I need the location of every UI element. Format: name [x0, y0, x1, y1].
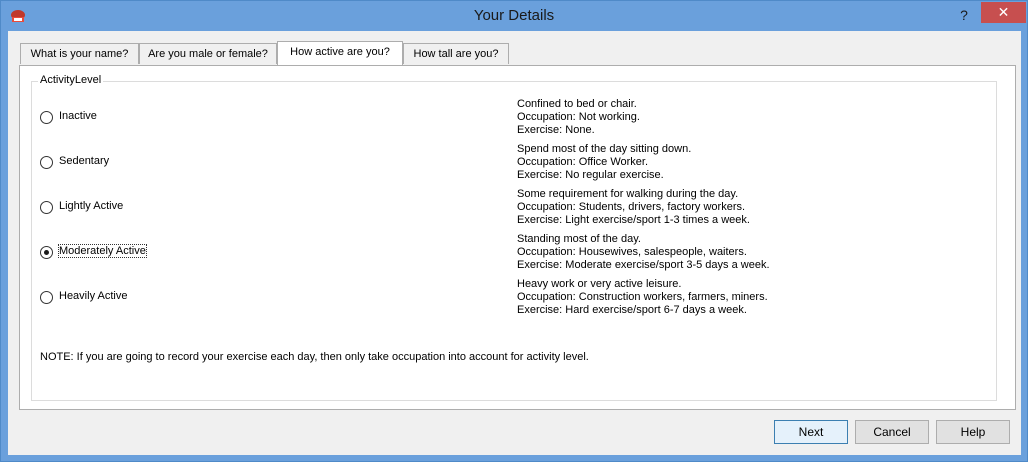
activity-note: NOTE: If you are going to record your ex… — [40, 351, 589, 363]
desc-line: Occupation: Office Worker. — [517, 156, 649, 168]
tab-height[interactable]: How tall are you? — [403, 43, 509, 64]
dialog-client: What is your name? Are you male or femal… — [8, 31, 1021, 455]
radio-sedentary[interactable] — [40, 156, 53, 169]
option-label[interactable]: Sedentary — [59, 155, 109, 167]
radio-inactive[interactable] — [40, 111, 53, 124]
desc-moderately-active: Standing most of the day. Occupation: Ho… — [517, 233, 770, 272]
cancel-button[interactable]: Cancel — [855, 420, 929, 444]
desc-lightly-active: Some requirement for walking during the … — [517, 188, 750, 227]
desc-inactive: Confined to bed or chair. Occupation: No… — [517, 98, 640, 137]
desc-line: Some requirement for walking during the … — [517, 188, 739, 200]
desc-line: Occupation: Not working. — [517, 111, 640, 123]
radio-moderately-active[interactable] — [40, 246, 53, 259]
radio-lightly-active[interactable] — [40, 201, 53, 214]
close-button[interactable]: ✕ — [981, 2, 1026, 23]
desc-line: Confined to bed or chair. — [517, 98, 637, 110]
desc-line: Occupation: Housewives, salespeople, wai… — [517, 246, 747, 258]
option-label[interactable]: Heavily Active — [59, 290, 127, 302]
desc-heavily-active: Heavy work or very active leisure. Occup… — [517, 278, 768, 317]
option-label[interactable]: Lightly Active — [59, 200, 123, 212]
title-help-button[interactable]: ? — [952, 5, 976, 25]
desc-line: Heavy work or very active leisure. — [517, 278, 682, 290]
desc-line: Occupation: Construction workers, farmer… — [517, 291, 768, 303]
tab-name[interactable]: What is your name? — [20, 43, 139, 64]
activity-level-group: ActivityLevel Inactive Confined to bed o… — [31, 74, 997, 401]
desc-line: Standing most of the day. — [517, 233, 641, 245]
title-bar[interactable]: Your Details ? ✕ — [1, 1, 1027, 31]
desc-sedentary: Spend most of the day sitting down. Occu… — [517, 143, 691, 182]
radio-selected-dot — [44, 250, 49, 255]
next-button[interactable]: Next — [774, 420, 848, 444]
desc-line: Exercise: Light exercise/sport 1-3 times… — [517, 214, 750, 226]
desc-line: Exercise: No regular exercise. — [517, 169, 664, 181]
help-button[interactable]: Help — [936, 420, 1010, 444]
tab-gender[interactable]: Are you male or female? — [139, 43, 277, 64]
desc-line: Exercise: Moderate exercise/sport 3-5 da… — [517, 259, 770, 271]
radio-heavily-active[interactable] — [40, 291, 53, 304]
tab-activity[interactable]: How active are you? — [277, 41, 403, 65]
group-label: ActivityLevel — [38, 74, 104, 86]
dialog-window: Your Details ? ✕ What is your name? Are … — [0, 0, 1028, 462]
desc-line: Occupation: Students, drivers, factory w… — [517, 201, 746, 213]
desc-line: Exercise: Hard exercise/sport 6-7 days a… — [517, 304, 747, 316]
activity-tab-panel: ActivityLevel Inactive Confined to bed o… — [19, 65, 1016, 410]
desc-line: Exercise: None. — [517, 124, 595, 136]
window-title: Your Details — [473, 7, 555, 24]
option-label[interactable]: Inactive — [59, 110, 97, 122]
option-label[interactable]: Moderately Active — [58, 244, 147, 258]
desc-line: Spend most of the day sitting down. — [517, 143, 692, 155]
